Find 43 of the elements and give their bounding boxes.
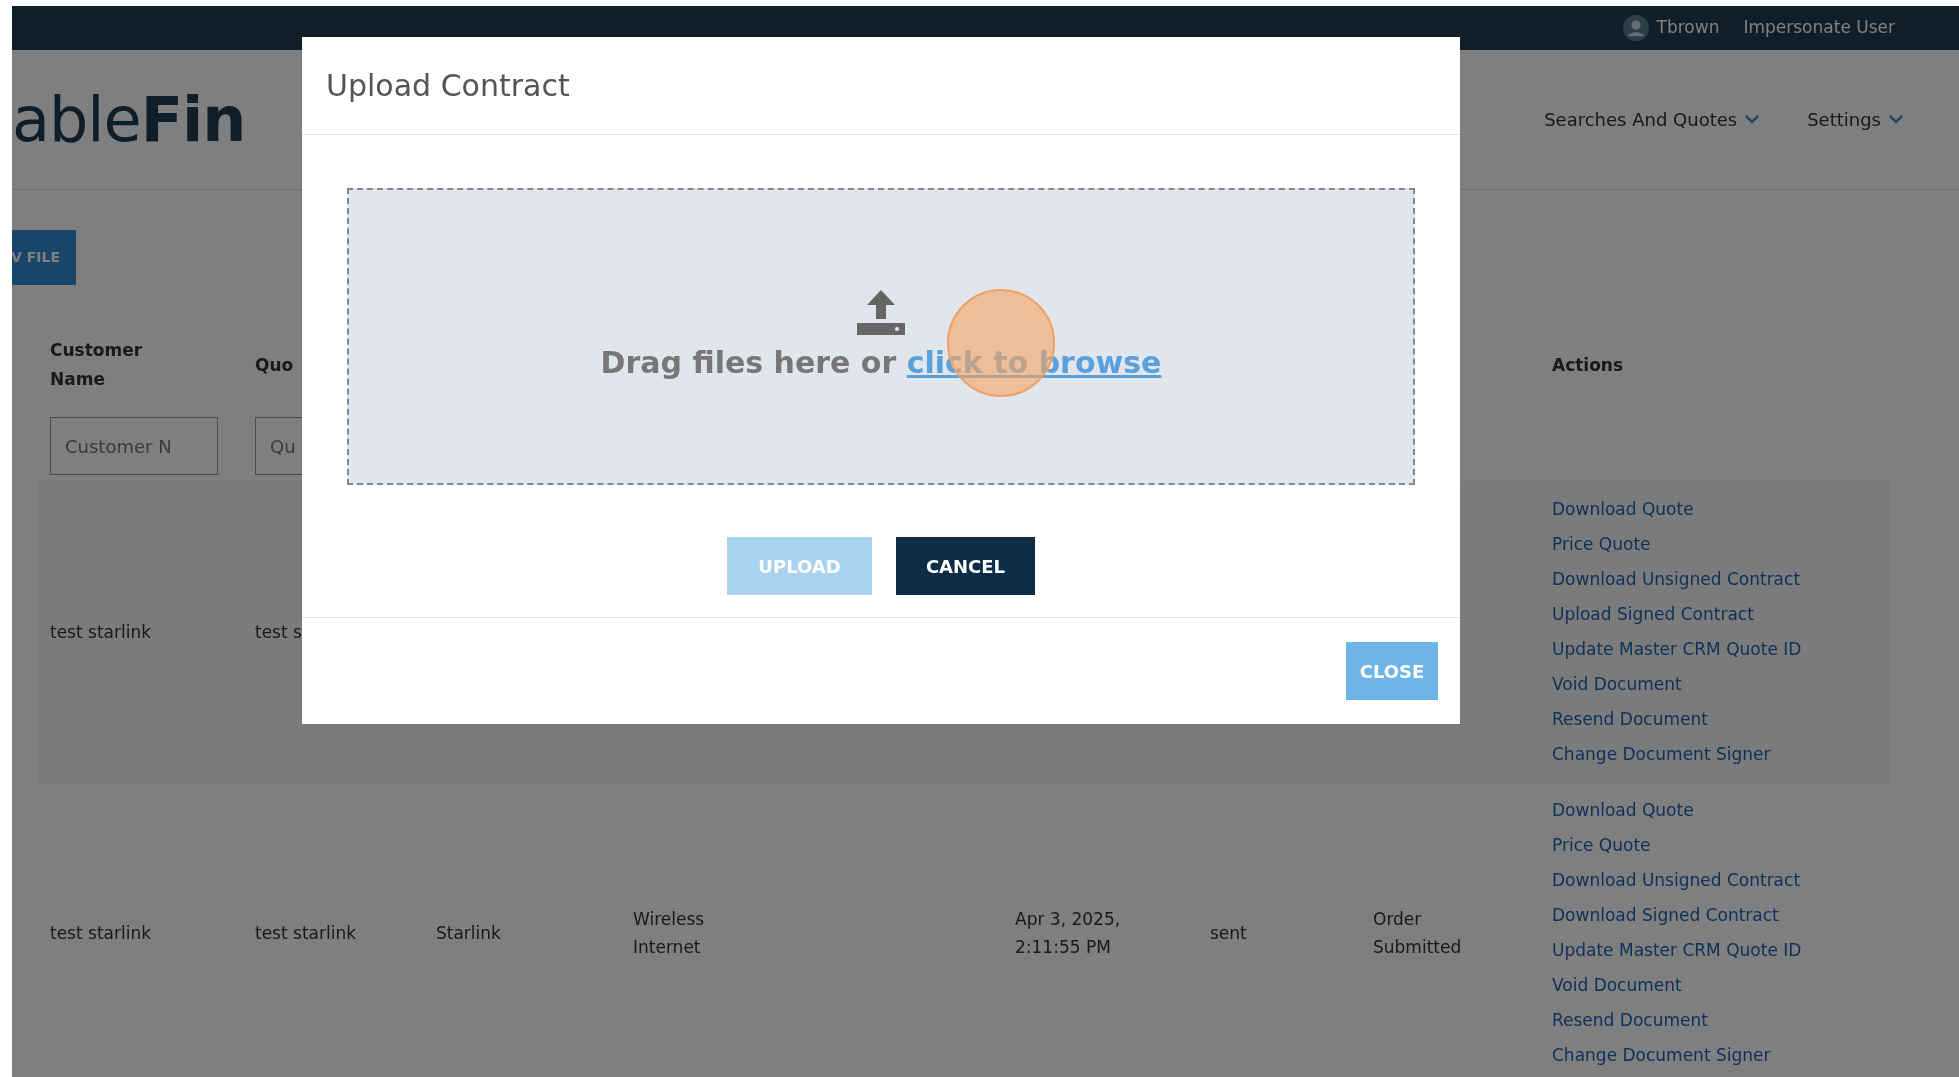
close-button[interactable]: CLOSE bbox=[1346, 642, 1438, 700]
action-link[interactable]: Change Document Signer bbox=[1552, 1038, 1878, 1073]
action-link[interactable]: Resend Document bbox=[1552, 1003, 1878, 1038]
table-cell-text: Apr 3, 2025, 2:11:55 PM bbox=[1015, 907, 1122, 959]
chevron-down-icon bbox=[1889, 115, 1903, 124]
action-link[interactable]: Resend Document bbox=[1552, 702, 1878, 737]
table-cell-text: test s bbox=[255, 620, 302, 644]
action-link[interactable]: Download Unsigned Contract bbox=[1552, 863, 1878, 898]
upload-icon bbox=[855, 288, 907, 336]
nav-menu[interactable]: Searches And Quotes bbox=[1544, 106, 1760, 133]
table-cell-text: Starlink bbox=[436, 921, 501, 945]
column-header: Quo bbox=[255, 353, 294, 377]
action-link[interactable]: Download Signed Contract bbox=[1552, 898, 1878, 933]
cancel-button[interactable]: CANCEL bbox=[896, 537, 1035, 595]
user-name-link[interactable]: Tbrown bbox=[1656, 15, 1720, 41]
action-link[interactable]: Void Document bbox=[1552, 667, 1878, 702]
table-cell-text: test starlink bbox=[50, 921, 152, 945]
action-link[interactable]: Price Quote bbox=[1552, 527, 1878, 562]
logo: ableFin bbox=[12, 88, 246, 151]
table-cell-text: test starlink bbox=[50, 620, 152, 644]
action-link[interactable]: Download Quote bbox=[1552, 793, 1878, 828]
impersonate-user-link[interactable]: Impersonate User bbox=[1743, 15, 1895, 41]
table-cell-text: Wireless Internet bbox=[633, 907, 706, 959]
action-link[interactable]: Update Master CRM Quote ID bbox=[1552, 632, 1878, 667]
column-header: Actions bbox=[1552, 353, 1624, 377]
table-cell-text: Order Submitted bbox=[1373, 907, 1463, 959]
drop-prompt: Drag files here or bbox=[600, 345, 897, 380]
action-link[interactable]: Update Master CRM Quote ID bbox=[1552, 933, 1878, 968]
action-link[interactable]: Change Document Signer bbox=[1552, 737, 1878, 772]
nav-menu[interactable]: Settings bbox=[1807, 106, 1903, 133]
action-link[interactable]: Upload Signed Contract bbox=[1552, 597, 1878, 632]
user-avatar-icon bbox=[1622, 15, 1649, 41]
table-cell-text: test starlink bbox=[255, 921, 357, 945]
filter-field[interactable]: Customer N bbox=[50, 417, 218, 475]
file-button[interactable]: V FILE bbox=[12, 230, 76, 285]
column-header: Customer Name bbox=[50, 339, 144, 391]
table-cell-text: sent bbox=[1210, 921, 1247, 945]
action-link[interactable]: Price Quote bbox=[1552, 828, 1878, 863]
chevron-down-icon bbox=[1745, 115, 1760, 124]
action-link[interactable]: Void Document bbox=[1552, 968, 1878, 1003]
action-link[interactable]: Download Quote bbox=[1552, 492, 1878, 527]
modal-title: Upload Contract bbox=[326, 67, 570, 105]
action-link[interactable]: Download Unsigned Contract bbox=[1552, 562, 1878, 597]
